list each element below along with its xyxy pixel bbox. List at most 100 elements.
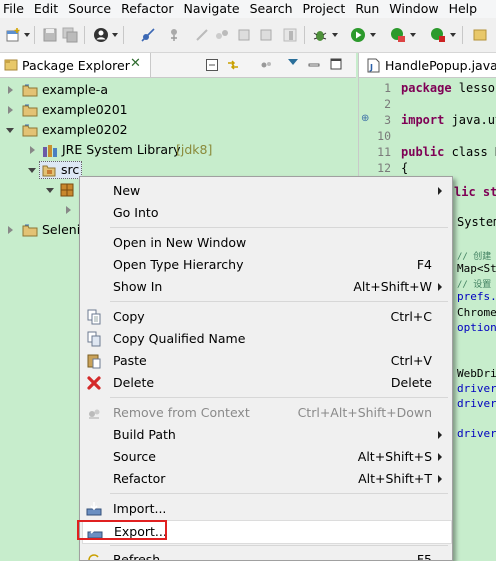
menu-separator [110,493,448,494]
debug-icon[interactable] [312,27,328,43]
package-explorer-tab[interactable]: Package Explorer ✕ [0,53,151,77]
run-dropdown-icon[interactable] [370,33,376,37]
new-dropdown-icon[interactable] [24,33,30,37]
link-icon[interactable] [194,27,210,43]
code-line: { [401,161,409,175]
menu-item-refactor[interactable]: Refactor Alt+Shift+T [82,468,450,490]
view-menu-icon[interactable] [288,59,298,65]
collapse-all-icon[interactable] [206,59,218,71]
line-number: 1 [384,81,391,95]
open-type-icon[interactable] [472,27,488,43]
coverage-icon[interactable] [390,27,406,43]
menu-item-paste[interactable]: Paste Ctrl+V [82,350,450,372]
menu-item-shortcut: F4 [416,257,432,272]
code-line: import java.ut [401,113,496,127]
menu-project[interactable]: Project [298,0,351,18]
external-tools-dropdown-icon[interactable] [450,33,456,37]
project-folder-icon [22,222,38,238]
expand-toggle-icon[interactable] [66,206,71,214]
tree-item-package[interactable] [0,180,80,200]
new-wizard-icon[interactable] [5,27,21,43]
menu-item-copy[interactable]: Copy Ctrl+C [82,306,450,328]
tree-item-example0202[interactable]: example0202 [0,120,356,140]
menu-item-label: Go Into [113,205,159,220]
menu-window[interactable]: Window [384,0,443,18]
editor-tab[interactable]: J HandlePopup.java [359,53,496,77]
hierarchy-icon[interactable] [168,27,184,43]
menu-item-copy-qualified-name[interactable]: Copy Qualified Name [82,328,450,350]
menu-item-show-in[interactable]: Show In Alt+Shift+W [82,276,450,298]
submenu-arrow-icon [438,475,442,483]
source-folder-icon [42,163,56,177]
collapse-toggle-icon[interactable] [28,168,36,173]
remove-context-icon [86,405,102,421]
project-folder-icon [22,82,38,98]
menu-separator [110,397,448,398]
menu-item-build-path[interactable]: Build Path [82,424,450,446]
menu-item-open-type-hierarchy[interactable]: Open Type Hierarchy F4 [82,254,450,276]
menu-item-label: Open Type Hierarchy [113,257,244,272]
collapse-toggle-icon[interactable] [46,188,54,193]
context-menu: New Go Into Open in New Window Open Type… [79,176,453,561]
menu-refactor[interactable]: Refactor [116,0,178,18]
package-explorer-tab-label: Package Explorer [22,58,130,73]
submenu-arrow-icon [438,453,442,461]
library-icon [42,142,58,158]
menu-search[interactable]: Search [245,0,298,18]
next-annotation-icon[interactable] [258,27,274,43]
menu-item-label: Delete [113,375,155,390]
menu-file[interactable]: File [0,0,29,18]
menu-bar: File Edit Source Refactor Navigate Searc… [0,0,496,18]
prev-annotation-icon[interactable] [236,27,252,43]
link-with-editor-icon[interactable] [226,58,240,72]
expand-toggle-icon[interactable] [30,146,35,154]
collapse-toggle-icon[interactable] [6,128,14,133]
menu-item-delete[interactable]: Delete Delete [82,372,450,394]
coverage-dropdown-icon[interactable] [410,33,416,37]
menu-run[interactable]: Run [350,0,384,18]
menu-source[interactable]: Source [63,0,116,18]
menu-item-open-in-new-window[interactable]: Open in New Window [82,232,450,254]
toggle-mark-icon[interactable] [214,27,230,43]
fold-expand-icon[interactable]: ⊕ [361,113,369,124]
maximize-icon[interactable] [330,58,342,70]
tree-item-seleni[interactable]: Seleni [0,220,80,240]
menu-item-shortcut: Delete [390,375,432,390]
package-explorer-icon [4,58,18,72]
menu-item-refresh[interactable]: Refresh F5 [82,549,450,560]
menu-item-import[interactable]: Import... [82,498,450,520]
menu-help[interactable]: Help [444,0,483,18]
menu-item-shortcut: Ctrl+C [390,309,432,324]
save-icon[interactable] [42,27,58,43]
menu-separator [110,301,448,302]
profile-icon[interactable] [93,27,109,43]
expand-toggle-icon[interactable] [8,106,13,114]
save-all-icon[interactable] [62,27,78,43]
external-tools-icon[interactable] [430,27,446,43]
toolbar-separator [34,26,35,44]
expand-toggle-icon[interactable] [8,226,13,234]
minimize-icon[interactable] [308,59,320,71]
focus-task-icon[interactable] [260,59,272,71]
menu-item-new[interactable]: New [82,180,450,202]
menu-navigate[interactable]: Navigate [179,0,245,18]
run-icon[interactable] [350,27,366,43]
debug-dropdown-icon[interactable] [332,33,338,37]
menu-item-remove-from-context[interactable]: Remove from Context Ctrl+Alt+Shift+Down [82,402,450,424]
tree-item-example-a[interactable]: example-a [0,80,356,100]
submenu-arrow-icon [438,283,442,291]
pilcrow-icon[interactable] [282,27,298,43]
close-icon[interactable]: ✕ [130,57,141,71]
menu-item-go-into[interactable]: Go Into [82,202,450,224]
profile-dropdown-icon[interactable] [112,33,118,37]
code-line: driver [457,397,496,410]
menu-item-label: Import... [113,501,167,516]
expand-toggle-icon[interactable] [8,86,13,94]
tree-item-example0201[interactable]: example0201 [0,100,356,120]
menu-item-source[interactable]: Source Alt+Shift+S [82,446,450,468]
tree-item-class[interactable] [0,200,80,220]
delete-icon [86,375,102,391]
skip-breakpoints-icon[interactable] [140,27,156,43]
tree-item-jre-system-library[interactable]: JRE System Library [jdk8] [0,140,356,160]
menu-edit[interactable]: Edit [29,0,63,18]
